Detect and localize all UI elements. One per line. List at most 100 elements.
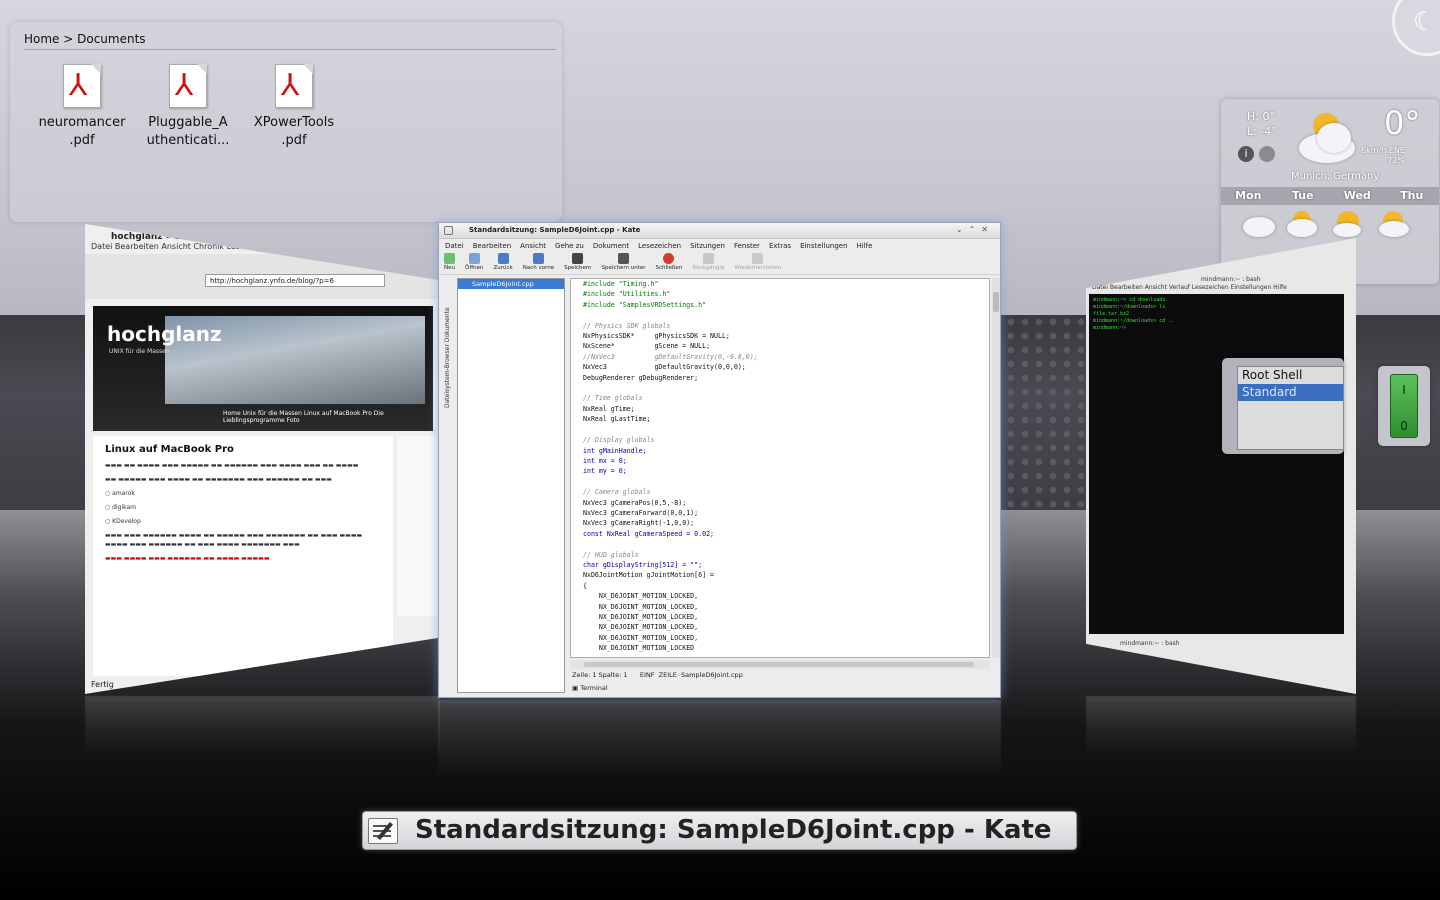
menu-extras[interactable]: Extras (769, 240, 791, 252)
code-line[interactable]: // Display globals (583, 435, 758, 445)
file-name-line2: .pdf (281, 133, 307, 148)
code-line[interactable]: char gDisplayString[512] = ""; (583, 560, 758, 570)
profile-item-standard[interactable]: Standard (1238, 384, 1343, 401)
menu-gehe-zu[interactable]: Gehe zu (555, 240, 584, 252)
code-line[interactable]: NxReal gLastTime; (583, 414, 758, 424)
pdf-file-icon: ⅄ (63, 64, 101, 108)
code-line[interactable]: NX_D6JOINT_MOTION_LOCKED, (583, 602, 758, 612)
code-line[interactable]: int mx = 0; (583, 456, 758, 466)
code-line[interactable]: NxPhysicsSDK* gPhysicsSDK = NULL; (583, 331, 758, 341)
code-line[interactable]: NxReal gTime; (583, 404, 758, 414)
code-editor[interactable]: #include "Timing.h" #include "Utilities.h… (570, 278, 990, 658)
code-line[interactable]: NxVec3 gCameraPos(0,5,-8); (583, 498, 758, 508)
code-line[interactable]: NX_D6JOINT_MOTION_LOCKED, (583, 622, 758, 632)
menu-datei[interactable]: Datei (445, 240, 464, 252)
site-nav[interactable]: Home Unix für die Massen Linux auf MacBo… (223, 410, 433, 424)
konsole-window[interactable]: mindmann:~ : bash Datei Bearbeiten Ansic… (1086, 238, 1356, 694)
vertical-scrollbar[interactable] (992, 278, 1000, 658)
code-line[interactable]: NxD6JointMotion gJointMotion[6] = (583, 570, 758, 580)
new-button[interactable]: Neu (439, 253, 460, 274)
firefox-window[interactable]: hochglanz » Linux auf MacBook Pro - Mozi… (85, 224, 440, 694)
code-line[interactable]: { (583, 581, 758, 591)
file-item[interactable]: ⅄ neuromancer .pdf (34, 64, 130, 150)
konsole-title: mindmann:~ : bash (1201, 276, 1261, 283)
side-panel-tabs[interactable]: Dateisystem-Browser Dokumente (442, 278, 454, 408)
menu-einstellungen[interactable]: Einstellungen (800, 240, 847, 252)
weather-low: L: -4° (1247, 125, 1277, 138)
globe-icon[interactable] (1259, 146, 1275, 162)
code-line[interactable] (583, 539, 758, 549)
code-line[interactable]: // Time globals (583, 393, 758, 403)
code-line[interactable] (583, 383, 758, 393)
code-line[interactable]: #include "Utilities.h" (583, 289, 758, 299)
code-line[interactable] (583, 477, 758, 487)
editor-status-bar: Zeile: 1 Spalte: 1 EINF ZEILE SampleD6Jo… (572, 671, 743, 679)
kate-app-icon (368, 818, 398, 844)
power-toggle[interactable]: I 0 (1390, 374, 1418, 438)
kate-title-bar[interactable]: Standardsitzung: SampleD6Joint.cpp - Kat… (439, 223, 1000, 239)
document-list[interactable]: SampleD6Joint.cpp (457, 278, 565, 693)
weather-wind: 6km/h ENE (1361, 146, 1405, 155)
code-line[interactable] (583, 425, 758, 435)
code-line[interactable]: NxVec3 gCameraForward(0,0,1); (583, 508, 758, 518)
code-line[interactable]: NxVec3 gCameraRight(-1,0,0); (583, 518, 758, 528)
save-button[interactable]: Speichern (559, 253, 596, 274)
menu-dokument[interactable]: Dokument (593, 240, 629, 252)
site-logo[interactable]: hochglanz (107, 322, 222, 346)
menu-sitzungen[interactable]: Sitzungen (690, 240, 725, 252)
profile-item-root-shell[interactable]: Root Shell (1238, 367, 1343, 384)
floppy-pen-icon (618, 253, 630, 264)
file-item[interactable]: ⅄ Pluggable_A uthenticati... (140, 64, 236, 150)
window-menu-icon[interactable] (444, 226, 453, 235)
code-line[interactable]: NX_D6JOINT_MOTION_LOCKED, (583, 591, 758, 601)
window-buttons[interactable]: ⌄⌃✕ (956, 225, 994, 234)
code-line[interactable]: NX_D6JOINT_MOTION_LOCKED, (583, 633, 758, 643)
file-item[interactable]: ⅄ XPowerTools .pdf (246, 64, 342, 150)
document-list-item[interactable]: SampleD6Joint.cpp (458, 279, 564, 289)
undo-button[interactable]: Rückgängig (687, 253, 729, 274)
code-line[interactable]: // Camera globals (583, 487, 758, 497)
breadcrumb[interactable]: Home > Documents (24, 32, 146, 46)
horizontal-scrollbar[interactable] (570, 660, 990, 669)
code-line[interactable]: // HUD globals (583, 550, 758, 560)
code-line[interactable]: // Physics SDK globals (583, 321, 758, 331)
forecast-day: Mon (1235, 189, 1262, 202)
close-button[interactable]: Schließen (651, 253, 688, 274)
terminal-line: mindmann:~/downloads> ls (1093, 304, 1166, 310)
menu-ansicht[interactable]: Ansicht (520, 240, 546, 252)
code-line[interactable]: NxScene* gScene = NULL; (583, 341, 758, 351)
code-line[interactable]: #include "SamplesVRDSettings.h" (583, 300, 758, 310)
folder-view-widget: Home > Documents ⅄ neuromancer .pdf ⅄ Pl… (10, 22, 562, 222)
code-line[interactable]: NX_D6JOINT_MOTION_LOCKED (583, 643, 758, 653)
kate-window[interactable]: Standardsitzung: SampleD6Joint.cpp - Kat… (438, 222, 1001, 698)
code-line[interactable]: int gMainHandle; (583, 446, 758, 456)
redo-button[interactable]: Wiederherstellen (729, 253, 786, 274)
menu-hilfe[interactable]: Hilfe (857, 240, 873, 252)
menu-bearbeiten[interactable]: Bearbeiten (473, 240, 511, 252)
code-line[interactable]: NxVec3 gDefaultGravity(0,0,0); (583, 362, 758, 372)
code-line[interactable]: #include "Timing.h" (583, 279, 758, 289)
profile-list[interactable]: Root Shell Standard (1237, 366, 1344, 450)
terminal-tab[interactable]: ▣ Terminal (572, 684, 608, 692)
code-line[interactable]: const NxReal gCameraSpeed = 0.02; (583, 529, 758, 539)
code-text[interactable]: #include "Timing.h" #include "Utilities.h… (583, 279, 758, 654)
terminal-screen[interactable]: mindmann:~> cd downloads mindmann:~/downl… (1089, 294, 1344, 634)
info-icon[interactable]: i (1238, 146, 1254, 162)
code-line[interactable]: int my = 0; (583, 466, 758, 476)
back-button[interactable]: Zurück (488, 253, 517, 274)
code-line[interactable]: NX_D6JOINT_MOTION_LOCKED, (583, 612, 758, 622)
code-line[interactable]: //NxVec3 gDefaultGravity(0,-9.8,0); (583, 352, 758, 362)
file-name-line1: Pluggable_A (148, 115, 228, 130)
url-bar[interactable]: http://hochglanz.ynfo.de/blog/?p=6 (205, 274, 385, 287)
open-button[interactable]: Öffnen (460, 253, 488, 274)
konsole-session-tab[interactable]: mindmann:~ : bash (1120, 640, 1180, 647)
redo-icon (752, 253, 764, 264)
window-reflection (1086, 696, 1356, 756)
konsole-menu-bar[interactable]: Datei Bearbeiten Ansicht Verlauf Lesezei… (1092, 284, 1287, 291)
forward-button[interactable]: Nach vorne (518, 253, 559, 274)
code-line[interactable]: DebugRenderer gDebugRenderer; (583, 373, 758, 383)
menu-fenster[interactable]: Fenster (734, 240, 760, 252)
menu-lesezeichen[interactable]: Lesezeichen (638, 240, 681, 252)
code-line[interactable] (583, 310, 758, 320)
save-as-button[interactable]: Speichern unter (597, 253, 651, 274)
